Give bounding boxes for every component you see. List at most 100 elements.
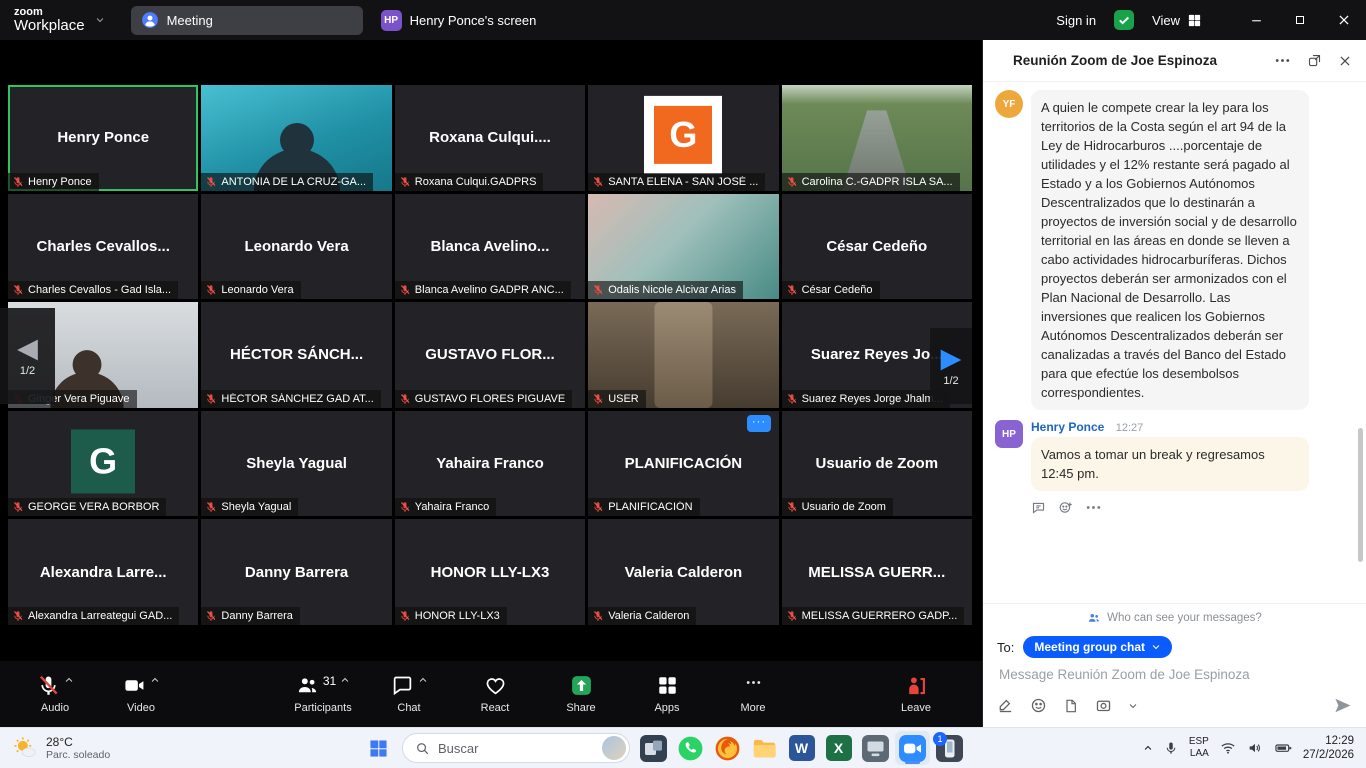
participant-tile[interactable]: Sheyla YagualSheyla Yagual — [201, 411, 391, 517]
tab-meeting[interactable]: Meeting — [131, 6, 363, 35]
recipient-selector[interactable]: Meeting group chat — [1023, 636, 1172, 658]
chevron-down-icon[interactable] — [95, 15, 105, 25]
toolbar-label: More — [740, 702, 765, 714]
shield-check-icon[interactable] — [1114, 10, 1134, 30]
participant-tile[interactable]: Odalis Nicole Alcivar Arias — [588, 194, 778, 300]
participant-tile[interactable]: Blanca Avelino...Blanca Avelino GADPR AN… — [395, 194, 585, 300]
taskbar-search[interactable]: Buscar — [402, 733, 630, 763]
word-app-button[interactable]: W — [784, 731, 819, 765]
chat-scrollbar[interactable] — [1358, 428, 1363, 562]
participant-tile[interactable]: ANTONIA DE LA CRUZ-GA... — [201, 85, 391, 191]
participant-label: César Cedeño — [782, 281, 880, 299]
toolbar-more-button[interactable]: More — [710, 674, 796, 714]
toolbar-share-button[interactable]: Share — [538, 674, 624, 714]
chevron-down-icon — [1151, 642, 1161, 652]
battery-icon[interactable] — [1274, 739, 1292, 757]
whatsapp-app-button[interactable] — [673, 731, 708, 765]
emoji-icon[interactable] — [1030, 697, 1047, 714]
tile-options-button[interactable]: ··· — [747, 415, 771, 432]
participant-tile[interactable]: Charles Cevallos...Charles Cevallos - Ga… — [8, 194, 198, 300]
weather-widget[interactable]: 28°C Parc. soleado — [0, 735, 110, 762]
chevron-down-icon[interactable] — [1128, 701, 1138, 711]
toolbar-chat-button[interactable]: Chat — [366, 674, 452, 714]
participant-tile[interactable]: MELISSA GUERR...MELISSA GUERRERO GADP... — [782, 519, 972, 625]
network-icon[interactable] — [1220, 740, 1236, 756]
search-highlight-image[interactable] — [602, 736, 626, 760]
chevron-up-icon[interactable] — [1143, 743, 1153, 753]
toolbar-audio-button[interactable]: Audio — [12, 674, 98, 714]
windows-taskbar: 28°C Parc. soleado Buscar WX 1 ESP LAA — [0, 727, 1366, 768]
toolbar-label: Audio — [41, 702, 69, 714]
file-icon[interactable] — [1063, 698, 1079, 714]
participant-tile[interactable]: Henry PonceHenry Ponce — [8, 85, 198, 191]
excel-icon: X — [826, 735, 852, 761]
participant-tile[interactable]: GUSTAVO FLOR...GUSTAVO FLORES PIGUAVE — [395, 302, 585, 408]
mic-icon[interactable] — [1164, 741, 1178, 755]
participant-tile[interactable]: Usuario de ZoomUsuario de Zoom — [782, 411, 972, 517]
toolbar-react-button[interactable]: React — [452, 674, 538, 714]
participant-tile[interactable]: USER — [588, 302, 778, 408]
participant-label: Usuario de Zoom — [782, 498, 893, 516]
toolbar-leave-button[interactable]: Leave — [880, 674, 952, 714]
start-button[interactable] — [360, 731, 396, 765]
participant-tile[interactable]: GGEORGE VERA BORBOR — [8, 411, 198, 517]
sign-in-button[interactable]: Sign in — [1056, 13, 1096, 28]
mic-off-red-icon — [786, 501, 798, 513]
phone-link-app-button[interactable]: 1 — [932, 731, 967, 765]
grid-prev-page-button[interactable]: ◀ 1/2 — [0, 308, 55, 404]
excel-app-button[interactable]: X — [821, 731, 856, 765]
participant-tile[interactable]: César CedeñoCésar Cedeño — [782, 194, 972, 300]
participant-label: HONOR LLY-LX3 — [395, 607, 507, 625]
tab-shared-screen[interactable]: HP Henry Ponce's screen — [381, 10, 537, 31]
message-sender[interactable]: Henry Ponce — [1031, 420, 1104, 434]
participant-tile[interactable]: Leonardo VeraLeonardo Vera — [201, 194, 391, 300]
message-bubble: A quien le compete crear la ley para los… — [1031, 90, 1309, 410]
popout-icon[interactable] — [1307, 53, 1322, 68]
more-icon[interactable] — [1274, 52, 1291, 69]
grid-next-page-button[interactable]: ▶ 1/2 — [930, 328, 972, 404]
mic-off-red-icon — [399, 501, 411, 513]
participant-tile[interactable]: Danny BarreraDanny Barrera — [201, 519, 391, 625]
capture-icon[interactable] — [1095, 697, 1112, 714]
reply-icon[interactable] — [1031, 499, 1046, 516]
maximize-button[interactable] — [1278, 0, 1322, 40]
close-icon[interactable] — [1338, 54, 1352, 68]
participant-tile[interactable]: Carolina C.-GADPR ISLA SA... — [782, 85, 972, 191]
emoji-add-icon[interactable] — [1058, 499, 1073, 516]
participant-tile[interactable]: Valeria CalderonValeria Calderon — [588, 519, 778, 625]
send-icon[interactable] — [1333, 696, 1352, 715]
participant-tile[interactable]: Roxana Culqui....Roxana Culqui.GADPRS — [395, 85, 585, 191]
privacy-note[interactable]: Who can see your messages? — [983, 603, 1366, 630]
toolbar-video-button[interactable]: Video — [98, 674, 184, 714]
chevron-up-icon — [150, 675, 160, 685]
language-indicator[interactable]: ESP LAA — [1189, 736, 1209, 761]
mic-off-red-icon — [399, 610, 411, 622]
chat-message-input[interactable]: Message Reunión Zoom de Joe Espinoza — [983, 664, 1366, 682]
more-icon[interactable] — [1085, 499, 1102, 516]
taskview-app-button[interactable] — [636, 731, 671, 765]
minimize-button[interactable] — [1234, 0, 1278, 40]
view-button[interactable]: View — [1152, 13, 1202, 28]
chat-message-list[interactable]: YF A quien le compete crear la ley para … — [983, 82, 1366, 603]
taskbar-clock[interactable]: 12:29 27/2/2026 — [1303, 734, 1354, 763]
avatar[interactable]: YF — [995, 90, 1023, 118]
toolbar-apps-button[interactable]: Apps — [624, 674, 710, 714]
zoom-app-button[interactable] — [895, 731, 930, 765]
toolbar-participants-button[interactable]: 31Participants — [280, 674, 366, 714]
participant-tile[interactable]: HONOR LLY-LX3HONOR LLY-LX3 — [395, 519, 585, 625]
format-icon[interactable] — [997, 697, 1014, 714]
firefox-app-button[interactable] — [710, 731, 745, 765]
participant-label-text: PLANIFICACIÓN — [608, 501, 692, 513]
volume-icon[interactable] — [1247, 740, 1263, 756]
participant-tile[interactable]: GSANTA ELENA - SAN JOSÉ ... — [588, 85, 778, 191]
close-button[interactable] — [1322, 0, 1366, 40]
remote-desktop-app-button[interactable] — [858, 731, 893, 765]
file-explorer-app-button[interactable] — [747, 731, 782, 765]
avatar[interactable]: HP — [995, 420, 1023, 448]
participant-tile[interactable]: Alexandra Larre...Alexandra Larreategui … — [8, 519, 198, 625]
window-controls — [1234, 0, 1366, 40]
tray-right-icons — [1220, 739, 1292, 757]
participant-tile[interactable]: HÉCTOR SÁNCH...HÉCTOR SÁNCHEZ GAD AT... — [201, 302, 391, 408]
participant-label: Valeria Calderon — [588, 607, 696, 625]
participant-tile[interactable]: Yahaira FrancoYahaira Franco — [395, 411, 585, 517]
